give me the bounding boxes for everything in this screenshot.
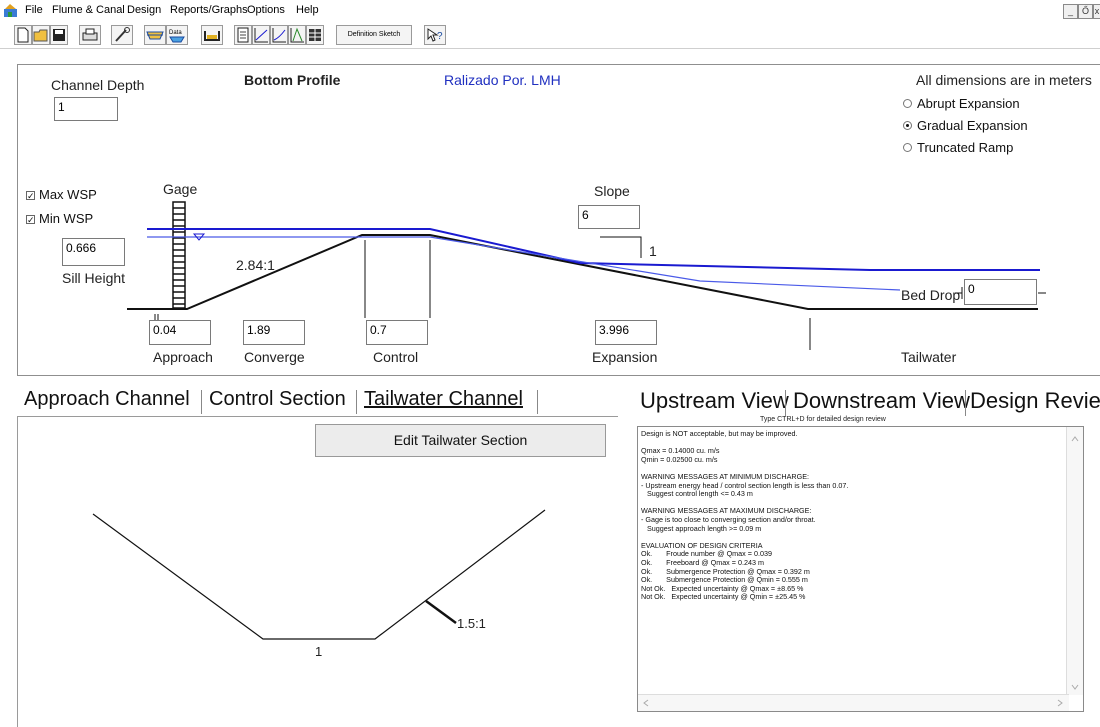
tab-divider (785, 390, 786, 416)
design-review-hint: Type CTRL+D for detailed design review (760, 416, 886, 423)
tab-control-section[interactable]: Control Section (209, 388, 346, 411)
bottom-profile-drawing (127, 201, 1046, 350)
scroll-arrows-icon (1071, 436, 1079, 690)
tab-upstream-view[interactable]: Upstream View (640, 388, 789, 414)
min-wsp-line (147, 236, 901, 291)
tab-downstream-view[interactable]: Downstream View (793, 388, 970, 414)
tailwater-cross-section-drawing (92, 509, 546, 640)
tab-design-review[interactable]: Design Revie (970, 388, 1100, 414)
channel-bed-line (127, 234, 1038, 310)
tab-approach-channel[interactable]: Approach Channel (24, 388, 190, 411)
scroll-arrows-icon (643, 699, 1063, 707)
tab-divider (965, 390, 966, 416)
gage-staff (172, 201, 186, 309)
tab-tailwater-channel[interactable]: Tailwater Channel (364, 388, 523, 411)
tab-divider (537, 390, 538, 414)
bottom-width-label: 1 (315, 644, 323, 659)
vertical-scrollbar[interactable] (1066, 427, 1083, 695)
edit-tailwater-section-button[interactable]: Edit Tailwater Section (315, 424, 606, 457)
horizontal-scrollbar[interactable] (638, 694, 1069, 711)
design-review-text: Design is NOT acceptable, but may be imp… (641, 429, 849, 602)
slope-triangle (600, 236, 642, 258)
side-slope-label: 1.5:1 (457, 616, 486, 631)
tab-divider (201, 390, 202, 414)
design-review-textbox[interactable]: Design is NOT acceptable, but may be imp… (637, 426, 1084, 712)
tab-divider (356, 390, 357, 414)
